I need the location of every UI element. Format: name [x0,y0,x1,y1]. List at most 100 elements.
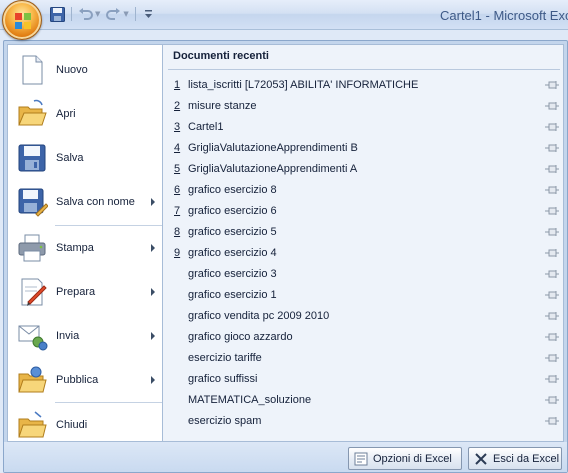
recent-header-divider [168,69,560,70]
submenu-arrow-icon [151,376,155,384]
menu-item-nuovo[interactable]: Nuovo [8,50,163,90]
qat-redo-button[interactable] [104,5,122,23]
recent-document-name: esercizio spam [188,415,262,427]
recent-document-item[interactable]: esercizio spam [163,411,563,432]
redo-dropdown-icon[interactable]: ▼ [123,10,128,18]
recent-document-name: grafico esercizio 4 [188,247,277,259]
pin-icon[interactable] [545,206,559,216]
exit-excel-button[interactable]: Esci da Excel [468,447,562,470]
office-button[interactable] [2,0,42,40]
recent-document-name: grafico gioco azzardo [188,331,293,343]
pin-icon[interactable] [545,122,559,132]
recent-document-item[interactable]: grafico vendita pc 2009 2010 [163,306,563,327]
menu-item-pubblica[interactable]: Pubblica [8,360,163,400]
pin-icon[interactable] [545,164,559,174]
recent-document-name: grafico esercizio 1 [188,289,277,301]
recent-document-name: grafico esercizio 8 [188,184,277,196]
recent-document-number: 1 [174,79,181,91]
recent-document-item[interactable]: 5 GrigliaValutazioneApprendimenti A [163,159,563,180]
submenu-arrow-icon [151,288,155,296]
title-bar: ▼ ▼ Cartel1 - Microsoft Excel [0,0,568,40]
recent-document-item[interactable]: MATEMATICA_soluzione [163,390,563,411]
recent-document-item[interactable]: grafico esercizio 1 [163,285,563,306]
pin-icon[interactable] [545,101,559,111]
recent-document-number: 4 [174,142,181,154]
pin-icon[interactable] [545,185,559,195]
recent-document-item[interactable]: 9 grafico esercizio 4 [163,243,563,264]
menu-item-label: Nuovo [56,64,88,76]
excel-options-button[interactable]: Opzioni di Excel [348,447,462,470]
recent-document-item[interactable]: 3 Cartel1 [163,117,563,138]
recent-document-name: GrigliaValutazioneApprendimenti A [188,163,358,175]
office-menu-commands: Nuovo Apri Salva Salva con nome Stampa P… [7,44,163,445]
pin-icon[interactable] [545,374,559,384]
recent-document-name: grafico suffissi [188,373,258,385]
menu-item-prepara[interactable]: Prepara [8,272,163,312]
pin-icon[interactable] [545,290,559,300]
pin-icon[interactable] [545,353,559,363]
undo-dropdown-icon[interactable]: ▼ [95,10,100,18]
recent-document-item[interactable]: 7 grafico esercizio 6 [163,201,563,222]
pin-icon[interactable] [545,143,559,153]
recent-document-item[interactable]: 8 grafico esercizio 5 [163,222,563,243]
menu-item-label: Stampa [56,242,94,254]
recent-document-item[interactable]: grafico gioco azzardo [163,327,563,348]
recent-document-number: 3 [174,121,181,133]
recent-document-name: MATEMATICA_soluzione [188,394,312,406]
recent-document-item[interactable]: 6 grafico esercizio 8 [163,180,563,201]
qat-separator [71,7,72,21]
recent-document-name: Cartel1 [188,121,224,133]
recent-document-item[interactable]: 2 misure stanze [163,96,563,117]
pin-icon[interactable] [545,416,559,426]
menu-item-label: Prepara [56,286,96,298]
recent-document-name: GrigliaValutazioneApprendimenti B [188,142,358,154]
menu-item-salva-con-nome[interactable]: Salva con nome [8,182,163,222]
office-menu-footer: Opzioni di Excel Esci da Excel [4,442,567,472]
recent-document-number: 8 [174,226,181,238]
recent-document-name: lista_iscritti [L72053] ABILITA' INFORMA… [188,79,419,91]
menu-item-label: Invia [56,330,80,342]
submenu-arrow-icon [151,332,155,340]
floppy-save-icon [49,6,65,22]
recent-document-item[interactable]: 4 GrigliaValutazioneApprendimenti B [163,138,563,159]
prepare-document-icon [21,278,47,306]
recent-document-name: grafico vendita pc 2009 2010 [188,310,330,322]
recent-document-name: grafico esercizio 3 [188,268,277,280]
submenu-arrow-icon [151,244,155,252]
pin-icon[interactable] [545,269,559,279]
qat-undo-button[interactable] [76,5,94,23]
menu-divider [55,402,163,403]
menu-item-stampa[interactable]: Stampa [8,228,163,268]
recent-document-item[interactable]: grafico suffissi [163,369,563,390]
recent-documents-header: Documenti recenti [173,50,269,62]
menu-item-label: Salva [56,152,84,164]
submenu-arrow-icon [151,198,155,206]
pin-icon[interactable] [545,248,559,258]
menu-item-invia[interactable]: Invia [8,316,163,356]
pin-icon[interactable] [545,395,559,405]
menu-item-salva[interactable]: Salva [8,138,163,178]
recent-document-item[interactable]: esercizio tariffe [163,348,563,369]
menu-item-label: Salva con nome [56,196,135,208]
office-menu: Nuovo Apri Salva Salva con nome Stampa P… [3,40,568,473]
recent-document-number: 6 [174,184,181,196]
qat-save-button[interactable] [48,5,66,23]
menu-item-chiudi[interactable]: Chiudi [8,405,163,445]
pin-icon[interactable] [545,227,559,237]
qat-customize-button[interactable] [140,5,158,23]
exit-x-icon [475,453,487,465]
menu-item-label: Apri [56,108,76,120]
recent-document-item[interactable]: 1 lista_iscritti [L72053] ABILITA' INFORM… [163,75,563,96]
recent-document-item[interactable]: grafico esercizio 3 [163,264,563,285]
pin-icon[interactable] [545,311,559,321]
exit-excel-label: Esci da Excel [493,452,560,465]
floppy-save-icon [18,144,46,172]
pin-icon[interactable] [545,332,559,342]
redo-arrow-icon [105,7,120,20]
menu-item-label: Pubblica [56,374,99,386]
pin-icon[interactable] [545,80,559,90]
recent-document-name: esercizio tariffe [188,352,262,364]
menu-item-apri[interactable]: Apri [8,94,163,134]
menu-item-label: Chiudi [56,419,88,431]
recent-document-number: 7 [174,205,181,217]
